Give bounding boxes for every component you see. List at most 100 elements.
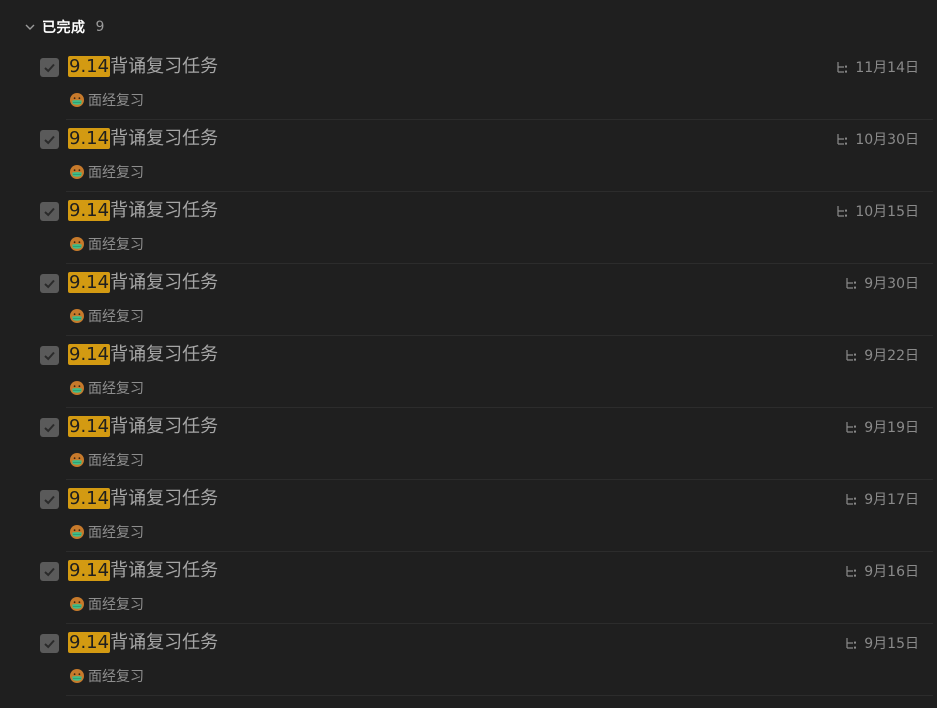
task-title-text: 背诵复习任务: [110, 344, 219, 365]
subtask-icon: [835, 132, 849, 146]
task-tag[interactable]: 面经复习: [69, 666, 144, 686]
task-list: 9.14背诵复习任务 11月14日 面经复习 9.14背诵复习任务 10月30日…: [0, 48, 937, 696]
task-tag-label: 面经复习: [88, 309, 144, 325]
task-tag-label: 面经复习: [88, 237, 144, 253]
task-title-text: 背诵复习任务: [110, 272, 219, 293]
task-meta: 9月19日: [844, 417, 919, 437]
checkmark-icon: [44, 351, 55, 361]
task-title-highlight: 9.14: [68, 200, 111, 221]
task-tag[interactable]: 面经复习: [69, 234, 144, 254]
completed-tasks-panel: 已完成 9 9.14背诵复习任务 11月14日 面经复习 9.14背诵复习任务 …: [0, 0, 937, 708]
task-meta: 9月30日: [844, 273, 919, 293]
task-title-highlight: 9.14: [68, 128, 111, 149]
task-title-text: 背诵复习任务: [110, 632, 219, 653]
task-title-highlight: 9.14: [68, 416, 111, 437]
task-tag-label: 面经复习: [88, 165, 144, 181]
task-date: 9月19日: [864, 420, 919, 436]
mask-face-emoji-icon: [69, 164, 85, 180]
mask-face-emoji-icon: [69, 380, 85, 396]
task-title-text: 背诵复习任务: [110, 200, 219, 221]
task-divider: [66, 695, 933, 696]
task-title-highlight: 9.14: [68, 344, 111, 365]
section-title: 已完成: [42, 20, 86, 36]
task-title-highlight: 9.14: [68, 560, 111, 581]
task-tag-label: 面经复习: [88, 93, 144, 109]
task-title-highlight: 9.14: [68, 272, 111, 293]
task-item[interactable]: 9.14背诵复习任务 10月30日 面经复习: [0, 120, 937, 192]
task-item[interactable]: 9.14背诵复习任务 9月19日 面经复习: [0, 408, 937, 480]
checkmark-icon: [44, 279, 55, 289]
task-title-text: 背诵复习任务: [110, 416, 219, 437]
mask-face-emoji-icon: [69, 452, 85, 468]
task-tag[interactable]: 面经复习: [69, 90, 144, 110]
checkmark-icon: [44, 639, 55, 649]
task-checkbox[interactable]: [40, 58, 59, 77]
task-checkbox[interactable]: [40, 346, 59, 365]
task-title[interactable]: 9.14背诵复习任务: [68, 200, 218, 222]
task-checkbox[interactable]: [40, 202, 59, 221]
chevron-down-icon[interactable]: [22, 19, 38, 35]
task-tag-label: 面经复习: [88, 453, 144, 469]
task-tag[interactable]: 面经复习: [69, 306, 144, 326]
task-title-highlight: 9.14: [68, 632, 111, 653]
task-item[interactable]: 9.14背诵复习任务 10月15日 面经复习: [0, 192, 937, 264]
task-date: 9月16日: [864, 564, 919, 580]
task-title-highlight: 9.14: [68, 488, 111, 509]
subtask-icon: [844, 348, 858, 362]
task-item[interactable]: 9.14背诵复习任务 9月22日 面经复习: [0, 336, 937, 408]
task-title[interactable]: 9.14背诵复习任务: [68, 416, 218, 438]
task-title[interactable]: 9.14背诵复习任务: [68, 56, 218, 78]
task-tag[interactable]: 面经复习: [69, 594, 144, 614]
task-item[interactable]: 9.14背诵复习任务 9月16日 面经复习: [0, 552, 937, 624]
task-checkbox[interactable]: [40, 130, 59, 149]
mask-face-emoji-icon: [69, 308, 85, 324]
task-checkbox[interactable]: [40, 418, 59, 437]
completed-section-header[interactable]: 已完成 9: [22, 15, 104, 39]
mask-face-emoji-icon: [69, 524, 85, 540]
task-title[interactable]: 9.14背诵复习任务: [68, 560, 218, 582]
task-title[interactable]: 9.14背诵复习任务: [68, 272, 218, 294]
task-meta: 9月16日: [844, 561, 919, 581]
task-item[interactable]: 9.14背诵复习任务 9月17日 面经复习: [0, 480, 937, 552]
task-title-text: 背诵复习任务: [110, 488, 219, 509]
task-title-text: 背诵复习任务: [110, 128, 219, 149]
subtask-icon: [844, 276, 858, 290]
task-title[interactable]: 9.14背诵复习任务: [68, 128, 218, 150]
checkmark-icon: [44, 207, 55, 217]
task-title-text: 背诵复习任务: [110, 560, 219, 581]
task-checkbox[interactable]: [40, 634, 59, 653]
task-title-text: 背诵复习任务: [110, 56, 219, 77]
task-meta: 9月17日: [844, 489, 919, 509]
task-tag-label: 面经复习: [88, 597, 144, 613]
checkmark-icon: [44, 567, 55, 577]
task-item[interactable]: 9.14背诵复习任务 11月14日 面经复习: [0, 48, 937, 120]
task-tag-label: 面经复习: [88, 525, 144, 541]
task-item[interactable]: 9.14背诵复习任务 9月30日 面经复习: [0, 264, 937, 336]
task-date: 9月17日: [864, 492, 919, 508]
task-checkbox[interactable]: [40, 490, 59, 509]
task-meta: 10月15日: [835, 201, 919, 221]
task-title-highlight: 9.14: [68, 56, 111, 77]
task-meta: 10月30日: [835, 129, 919, 149]
task-tag[interactable]: 面经复习: [69, 450, 144, 470]
task-title[interactable]: 9.14背诵复习任务: [68, 344, 218, 366]
mask-face-emoji-icon: [69, 92, 85, 108]
task-title[interactable]: 9.14背诵复习任务: [68, 632, 218, 654]
task-date: 10月15日: [855, 204, 919, 220]
task-tag-label: 面经复习: [88, 669, 144, 685]
task-tag[interactable]: 面经复习: [69, 162, 144, 182]
task-tag[interactable]: 面经复习: [69, 522, 144, 542]
task-date: 9月30日: [864, 276, 919, 292]
subtask-icon: [844, 420, 858, 434]
task-tag-label: 面经复习: [88, 381, 144, 397]
task-meta: 9月22日: [844, 345, 919, 365]
task-checkbox[interactable]: [40, 274, 59, 293]
task-checkbox[interactable]: [40, 562, 59, 581]
task-title[interactable]: 9.14背诵复习任务: [68, 488, 218, 510]
subtask-icon: [844, 636, 858, 650]
task-tag[interactable]: 面经复习: [69, 378, 144, 398]
task-meta: 9月15日: [844, 633, 919, 653]
subtask-icon: [835, 204, 849, 218]
section-count: 9: [95, 19, 105, 35]
task-item[interactable]: 9.14背诵复习任务 9月15日 面经复习: [0, 624, 937, 696]
